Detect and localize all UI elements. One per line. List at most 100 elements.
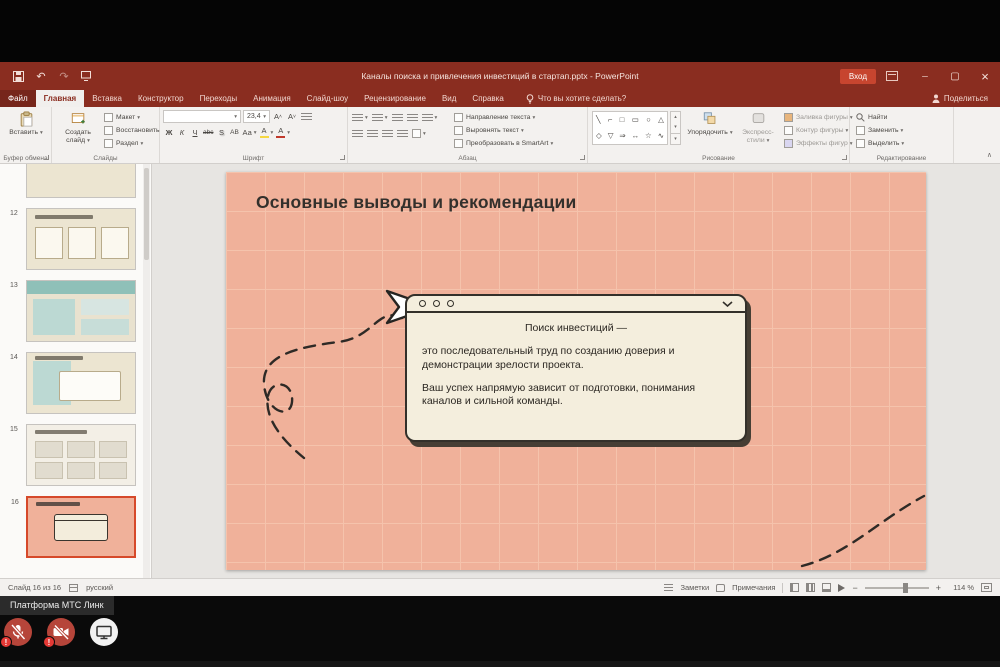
- language-label[interactable]: русский: [86, 583, 113, 592]
- font-color-button[interactable]: А: [275, 126, 291, 139]
- text-direction-button[interactable]: Направление текста: [454, 111, 553, 124]
- scrollbar-thumb[interactable]: [144, 168, 149, 260]
- shape-rectangle-icon[interactable]: ▭: [632, 116, 639, 124]
- strikethrough-button[interactable]: abc: [202, 126, 214, 139]
- font-size-combobox[interactable]: 23,4: [243, 110, 270, 123]
- increase-indent-button[interactable]: [406, 111, 419, 124]
- tab-design[interactable]: Конструктор: [130, 90, 192, 107]
- thumbnail-slide-16-selected[interactable]: 16: [26, 496, 136, 558]
- tab-review[interactable]: Рецензирование: [356, 90, 434, 107]
- tab-home[interactable]: Главная: [36, 90, 85, 107]
- replace-button[interactable]: Заменить: [856, 124, 904, 137]
- tab-view[interactable]: Вид: [434, 90, 464, 107]
- zoom-percentage[interactable]: 114 %: [948, 583, 974, 592]
- camera-muted-button[interactable]: !: [47, 618, 75, 646]
- minimize-button[interactable]: [910, 62, 940, 90]
- scroll-down-icon[interactable]: [671, 122, 680, 132]
- fit-to-window-button[interactable]: [981, 583, 992, 592]
- bullets-button[interactable]: [351, 111, 369, 124]
- change-case-button[interactable]: Аа: [241, 126, 257, 139]
- underline-button[interactable]: Ч: [189, 126, 201, 139]
- section-button[interactable]: Раздел: [104, 137, 160, 150]
- spellcheck-icon[interactable]: [69, 584, 78, 592]
- thumbnail-slide-14[interactable]: 14: [26, 352, 136, 414]
- tab-transitions[interactable]: Переходы: [192, 90, 246, 107]
- comments-toggle[interactable]: Примечания: [732, 583, 775, 592]
- screen-share-button[interactable]: [90, 618, 118, 646]
- tell-me-search[interactable]: Что вы хотите сделать?: [526, 90, 626, 107]
- reset-button[interactable]: Восстановить: [104, 124, 160, 137]
- select-button[interactable]: Выделить: [856, 137, 904, 150]
- convert-to-smartart-button[interactable]: Преобразовать в SmartArt: [454, 137, 553, 150]
- columns-button[interactable]: [411, 127, 427, 140]
- redo-icon[interactable]: [58, 70, 70, 82]
- shape-effects-button[interactable]: Эффекты фигур: [784, 137, 853, 150]
- tab-animations[interactable]: Анимация: [245, 90, 299, 107]
- clear-formatting-button[interactable]: [300, 110, 313, 123]
- normal-view-button[interactable]: [790, 583, 799, 592]
- numbering-button[interactable]: [371, 111, 389, 124]
- microphone-muted-button[interactable]: !: [4, 618, 32, 646]
- align-right-button[interactable]: [381, 127, 394, 140]
- layout-button[interactable]: Макет: [104, 111, 160, 124]
- shape-line-icon[interactable]: ╲: [596, 116, 601, 124]
- bold-button[interactable]: Ж: [163, 126, 175, 139]
- shape-outline-button[interactable]: Контур фигуры: [784, 124, 853, 137]
- new-slide-button[interactable]: Создать слайд: [54, 111, 102, 145]
- gallery-more-icon[interactable]: [671, 133, 680, 144]
- highlight-color-button[interactable]: А: [259, 126, 275, 139]
- reading-view-button[interactable]: [822, 583, 831, 592]
- ribbon-display-options-icon[interactable]: [886, 71, 898, 81]
- dialog-launcher-icon[interactable]: [580, 155, 585, 160]
- font-name-combobox[interactable]: [163, 110, 241, 123]
- tab-slideshow[interactable]: Слайд-шоу: [299, 90, 356, 107]
- zoom-out-button[interactable]: [852, 583, 857, 593]
- align-text-button[interactable]: Выровнять текст: [454, 124, 553, 137]
- shape-star-icon[interactable]: ☆: [645, 132, 652, 140]
- shape-elbow-icon[interactable]: ⌐: [608, 116, 612, 124]
- quick-styles-button[interactable]: Экспресс-стили: [736, 111, 780, 145]
- shape-curve-icon[interactable]: ∿: [658, 132, 664, 140]
- thumbnail-slide-13[interactable]: 13: [26, 280, 136, 342]
- callout-card[interactable]: Поиск инвестиций — это последовательный …: [405, 294, 747, 442]
- thumbnail-slide-11[interactable]: 11: [26, 164, 136, 198]
- dialog-launcher-icon[interactable]: [842, 155, 847, 160]
- shrink-font-button[interactable]: А: [286, 110, 298, 123]
- slide-sorter-view-button[interactable]: [806, 583, 815, 592]
- tab-help[interactable]: Справка: [464, 90, 511, 107]
- italic-button[interactable]: К: [176, 126, 188, 139]
- scroll-up-icon[interactable]: [671, 112, 680, 122]
- thumbnail-slide-15[interactable]: 15: [26, 424, 136, 486]
- thumbnail-scrollbar[interactable]: [143, 164, 150, 578]
- thumbnail-slide-12[interactable]: 12: [26, 208, 136, 270]
- paste-button[interactable]: Вставить: [6, 111, 46, 137]
- shape-fill-button[interactable]: Заливка фигуры: [784, 111, 853, 124]
- justify-button[interactable]: [396, 127, 409, 140]
- shapes-gallery[interactable]: ╲ ⌐ □ ▭ ○ △ ◇ ▽ ⇒ ↔ ☆ ∿: [592, 111, 668, 145]
- character-spacing-button[interactable]: АВ: [228, 126, 240, 139]
- customize-toolbar-icon[interactable]: [81, 70, 93, 82]
- text-shadow-button[interactable]: S: [215, 126, 227, 139]
- collapse-ribbon-icon[interactable]: [987, 151, 992, 159]
- slideshow-view-button[interactable]: [838, 584, 845, 592]
- undo-icon[interactable]: [35, 70, 47, 82]
- notes-toggle[interactable]: Заметки: [680, 583, 709, 592]
- find-button[interactable]: Найти: [856, 111, 904, 124]
- shape-diamond-icon[interactable]: ◇: [596, 132, 602, 140]
- tab-file[interactable]: Файл: [0, 90, 36, 107]
- dialog-launcher-icon[interactable]: [44, 155, 49, 160]
- grow-font-button[interactable]: А: [272, 110, 284, 123]
- zoom-in-button[interactable]: [936, 583, 941, 593]
- restore-button[interactable]: [940, 62, 970, 90]
- align-left-button[interactable]: [351, 127, 364, 140]
- tab-insert[interactable]: Вставка: [84, 90, 130, 107]
- zoom-slider-thumb[interactable]: [903, 583, 908, 593]
- shape-circle-icon[interactable]: ○: [646, 116, 651, 124]
- line-spacing-button[interactable]: [421, 111, 439, 124]
- shape-triangle-down-icon[interactable]: ▽: [608, 132, 614, 140]
- arrange-button[interactable]: Упорядочить: [686, 111, 734, 137]
- share-button[interactable]: Поделиться: [932, 90, 988, 107]
- shape-triangle-icon[interactable]: △: [658, 116, 664, 124]
- shape-double-arrow-icon[interactable]: ↔: [632, 132, 640, 140]
- save-icon[interactable]: [12, 70, 24, 82]
